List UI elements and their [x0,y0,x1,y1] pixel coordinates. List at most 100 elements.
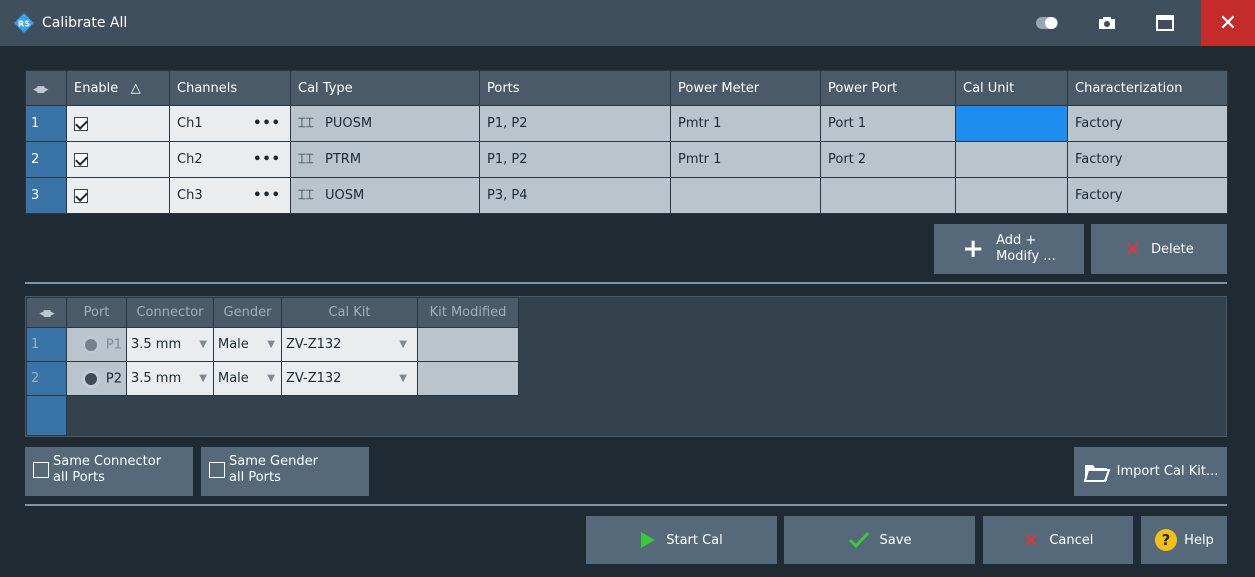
chevron-down-icon: ▼ [399,373,407,384]
ports-cell[interactable]: P3, P4 [479,177,671,214]
power-meter-cell[interactable]: Pmtr 1 [670,105,821,142]
cal-type-cell[interactable]: ⌶⌶ PTRM [290,141,480,178]
screenshot-button[interactable] [1082,0,1132,46]
cal-kit-dropdown[interactable]: ZV-Z132 ▼ [281,327,418,362]
enable-checkbox[interactable] [74,152,88,167]
column-header-power-meter[interactable]: Power Meter [670,70,821,106]
power-port-cell[interactable]: Port 1 [820,105,956,142]
delete-button[interactable]: ✕ Delete [1091,224,1227,274]
port-cell[interactable]: P1 [66,327,127,362]
cal-type-icon: ⌶⌶ [298,152,314,167]
column-header-channels[interactable]: Channels [169,70,291,106]
cal-type-cell[interactable]: ⌶⌶ PUOSM [290,105,480,142]
more-options-icon[interactable]: ••• [253,116,281,131]
column-header-characterization[interactable]: Characterization [1067,70,1228,106]
chevron-down-icon: ▼ [267,373,275,384]
table-row[interactable]: 2 P2 3.5 mm ▼ Male ▼ ZV-Z132 ▼ [26,361,519,396]
save-button[interactable]: Save [784,516,975,564]
column-header-kit-modified[interactable]: Kit Modified [417,297,519,328]
kit-modified-cell [417,327,519,362]
row-number[interactable]: 3 [25,177,67,214]
add-modify-button[interactable]: + Add + Modify ... [934,224,1084,274]
import-cal-kit-label: Import Cal Kit... [1116,464,1219,479]
channel-cell[interactable]: Ch2 ••• [169,141,291,178]
row-header-corner[interactable]: ◂■▸ [26,297,67,328]
column-header-cal-type[interactable]: Cal Type [290,70,480,106]
cal-type-cell[interactable]: ⌶⌶ UOSM [290,177,480,214]
ports-cell[interactable]: P1, P2 [479,141,671,178]
play-icon [641,532,656,548]
checkbox-box[interactable] [33,462,49,478]
checkbox-box[interactable] [209,462,225,478]
gender-dropdown[interactable]: Male ▼ [213,327,282,362]
cancel-button[interactable]: ✕ Cancel [983,516,1133,564]
table-row[interactable]: 1 P1 3.5 mm ▼ Male ▼ ZV-Z132 ▼ [26,327,519,362]
channel-cell[interactable]: Ch1 ••• [169,105,291,142]
column-header-connector[interactable]: Connector [126,297,214,328]
table-row[interactable]: 3 Ch3 ••• ⌶⌶ UOSM P3, P4 Factory [25,177,1228,214]
help-label: Help [1184,532,1214,548]
port-connector-icon [81,369,100,388]
enable-checkbox[interactable] [74,188,88,203]
start-cal-button[interactable]: Start Cal [586,516,777,564]
enable-cell[interactable] [66,141,170,178]
column-header-enable[interactable]: Enable △ [66,70,170,106]
port-config-panel: ◂■▸ Port Connector Gender Cal Kit Kit Mo… [25,296,1227,437]
camera-icon [1099,17,1115,29]
column-header-ports[interactable]: Ports [479,70,671,106]
row-number[interactable]: 1 [26,327,67,362]
connector-dropdown[interactable]: 3.5 mm ▼ [126,361,214,396]
add-modify-label-2: Modify ... [996,249,1056,264]
port-cell[interactable]: P2 [66,361,127,396]
channel-cell[interactable]: Ch3 ••• [169,177,291,214]
enable-cell[interactable] [66,177,170,214]
characterization-cell[interactable]: Factory [1067,177,1228,214]
same-gender-checkbox[interactable]: Same Gender all Ports [201,447,369,496]
characterization-cell[interactable]: Factory [1067,141,1228,178]
column-header-cal-kit[interactable]: Cal Kit [281,297,418,328]
chevron-down-icon: ▼ [199,373,207,384]
kit-modified-cell [417,361,519,396]
table-row[interactable]: 1 Ch1 ••• ⌶⌶ PUOSM P1, P2 Pmtr 1 Port 1 Fa… [25,105,1228,142]
more-options-icon[interactable]: ••• [253,152,281,167]
enable-checkbox[interactable] [74,116,88,131]
checkmark-icon [848,531,869,549]
same-connector-checkbox[interactable]: Same Connector all Ports [25,447,193,496]
cal-unit-cell[interactable] [955,141,1068,178]
maximize-button[interactable] [1140,0,1190,46]
enable-cell[interactable] [66,105,170,142]
import-cal-kit-button[interactable]: Import Cal Kit... [1074,447,1227,496]
close-button[interactable]: ✕ [1201,0,1255,46]
row-header-corner[interactable]: ◂■▸ [25,70,67,106]
toggle-theme-button[interactable] [1022,0,1072,46]
characterization-cell[interactable]: Factory [1067,105,1228,142]
column-header-power-port[interactable]: Power Port [820,70,956,106]
svg-text:?: ? [1162,531,1171,549]
power-meter-cell[interactable] [670,177,821,214]
row-number[interactable]: 1 [25,105,67,142]
cal-unit-cell[interactable] [955,105,1068,142]
power-port-cell[interactable] [820,177,956,214]
start-cal-label: Start Cal [666,532,723,548]
port-table: ◂■▸ Port Connector Gender Cal Kit Kit Mo… [26,297,519,436]
divider [25,504,1227,506]
column-header-port[interactable]: Port [66,297,127,328]
row-number[interactable]: 2 [26,361,67,396]
cal-kit-dropdown[interactable]: ZV-Z132 ▼ [281,361,418,396]
plus-icon: + [962,234,985,264]
power-meter-cell[interactable]: Pmtr 1 [670,141,821,178]
row-number[interactable]: 2 [25,141,67,178]
column-header-cal-unit[interactable]: Cal Unit [955,70,1068,106]
power-port-cell[interactable]: Port 2 [820,141,956,178]
cal-unit-cell[interactable] [955,177,1068,214]
sort-ascending-icon: △ [130,80,141,96]
gender-dropdown[interactable]: Male ▼ [213,361,282,396]
more-options-icon[interactable]: ••• [253,188,281,203]
help-button[interactable]: ? Help [1141,516,1227,564]
table-row[interactable]: 2 Ch2 ••• ⌶⌶ PTRM P1, P2 Pmtr 1 Port 2 Fac… [25,141,1228,178]
save-label: Save [879,532,912,548]
ports-cell[interactable]: P1, P2 [479,105,671,142]
column-header-gender[interactable]: Gender [213,297,282,328]
connector-dropdown[interactable]: 3.5 mm ▼ [126,327,214,362]
svg-text:RS: RS [18,20,30,29]
